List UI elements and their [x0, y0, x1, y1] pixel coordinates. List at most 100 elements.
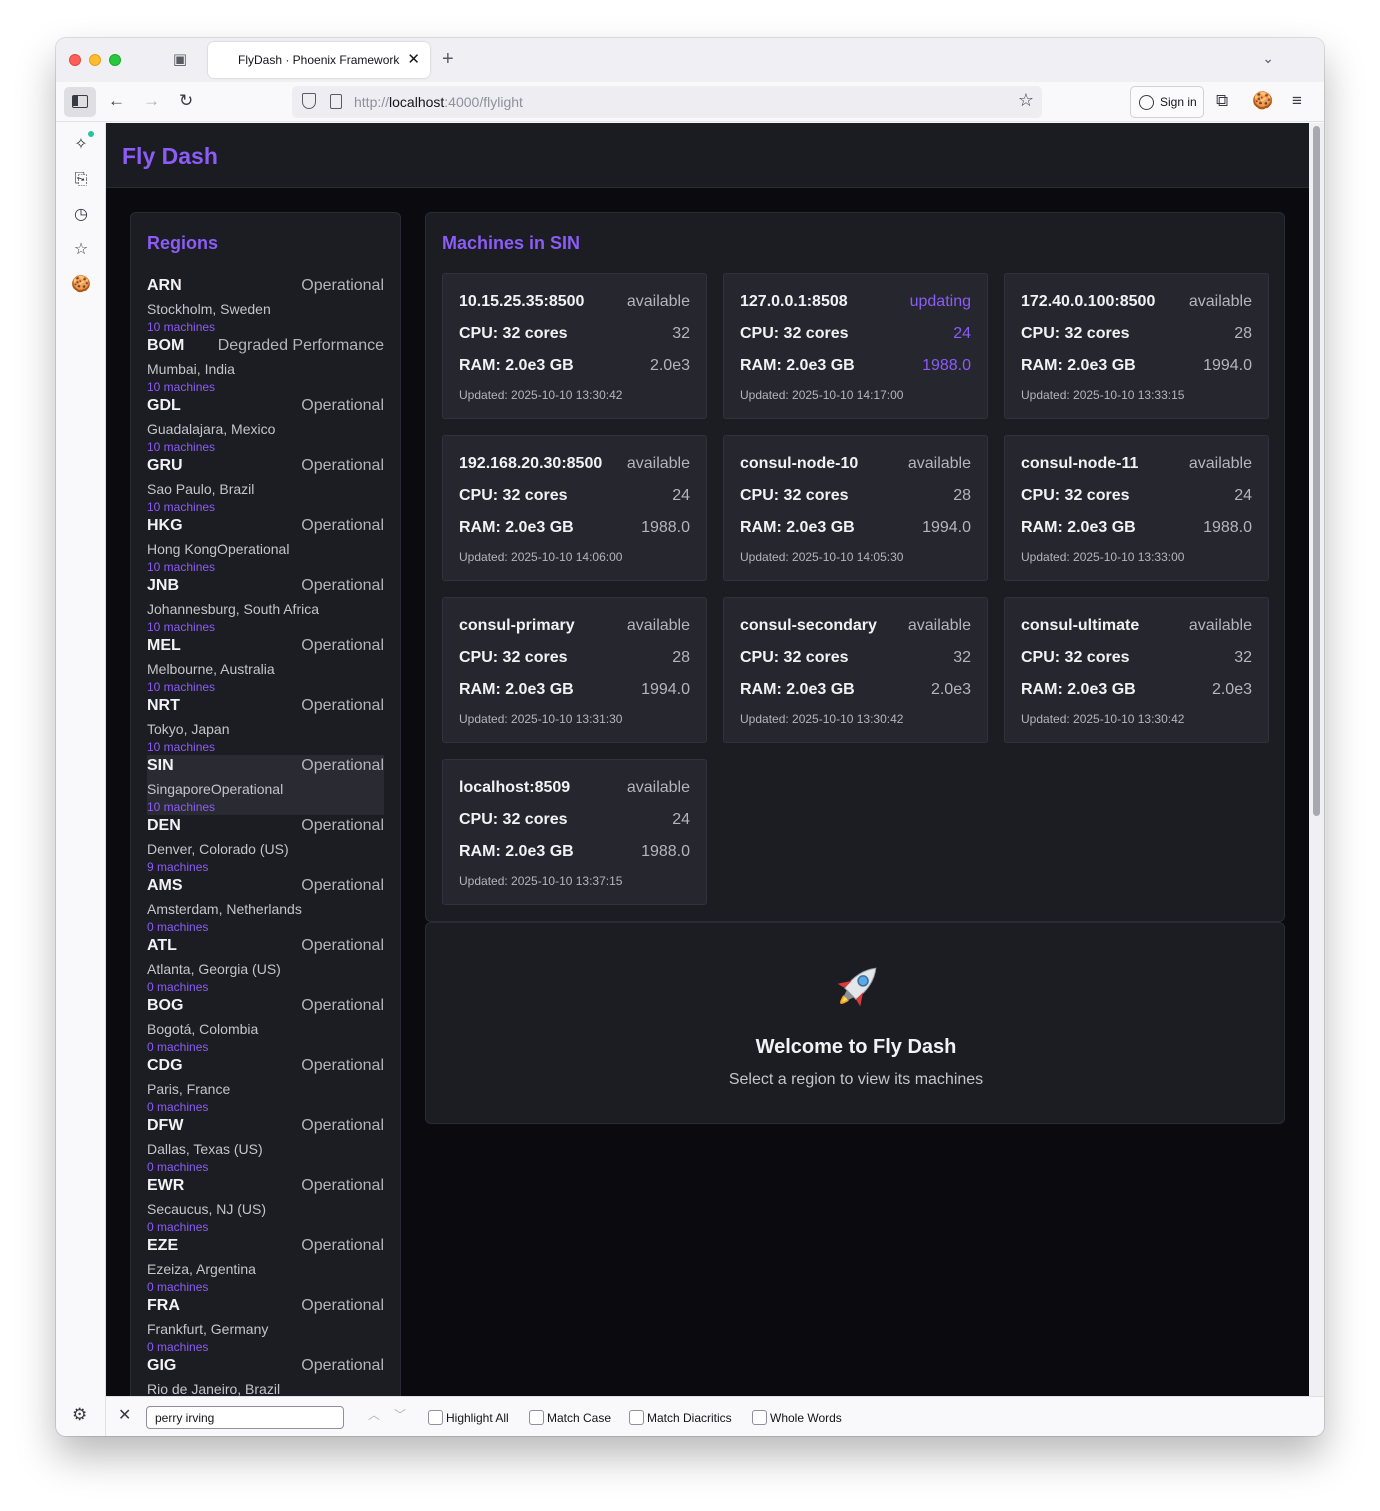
- machine-card[interactable]: consul-node-11 available CPU: 32 cores 24 RA…: [1004, 435, 1269, 581]
- back-icon[interactable]: ←: [108, 90, 125, 112]
- machine-ram-label: RAM: 2.0e3 GB: [1021, 357, 1136, 374]
- region-item-gig[interactable]: GIGOperationalRio de Janeiro, Brazil0 ma…: [147, 1355, 384, 1396]
- find-input[interactable]: [146, 1406, 344, 1429]
- machine-card[interactable]: localhost:8509 available CPU: 32 cores 24 RA…: [442, 759, 707, 905]
- region-item-ewr[interactable]: EWR Operational Secaucus, NJ (US) 0 machine…: [147, 1175, 384, 1235]
- chevron-down-icon[interactable]: ⌄: [1262, 50, 1274, 67]
- minimize-window-button[interactable]: [89, 54, 101, 66]
- machine-name: consul-primary: [459, 617, 575, 634]
- region-item-gru[interactable]: GRU Operational Sao Paulo, Brazil 10 machin…: [147, 455, 384, 515]
- region-item-bog[interactable]: BOG Operational Bogotá, Colombia 0 machines: [147, 995, 384, 1055]
- machine-card[interactable]: 127.0.0.1:8508 updating CPU: 32 cores 24 RAM…: [723, 273, 988, 419]
- tab-close-icon[interactable]: ✕: [407, 50, 420, 68]
- region-item-fra[interactable]: FRA Operational Frankfurt, Germany 0 machin…: [147, 1295, 384, 1355]
- browser-sidebar: ✧ ⎘ ◷ ☆ 🍪: [56, 123, 106, 1436]
- sidebar-toggle-button[interactable]: [64, 87, 96, 117]
- find-bar: ✕ ︿ ﹀ Highlight All Match Case Match Dia…: [106, 1396, 1324, 1436]
- cookie-extension-icon[interactable]: 🍪: [1252, 90, 1273, 112]
- close-find-icon[interactable]: ✕: [118, 1405, 131, 1425]
- region-city: Sao Paulo, Brazil: [147, 481, 255, 497]
- region-item-den[interactable]: DEN Operational Denver, Colorado (US) 9 mac…: [147, 815, 384, 875]
- forward-icon[interactable]: →: [143, 90, 160, 112]
- machine-card[interactable]: 172.40.0.100:8500 available CPU: 32 cores 2…: [1004, 273, 1269, 419]
- page-scrollbar[interactable]: [1309, 123, 1324, 1396]
- region-item-eze[interactable]: EZE Operational Ezeiza, Argentina 0 machine…: [147, 1235, 384, 1295]
- region-item-hkg[interactable]: HKG Operational Hong KongOperational 10 mac…: [147, 515, 384, 575]
- find-next-icon[interactable]: ﹀: [394, 1406, 406, 1423]
- machine-name: consul-node-11: [1021, 455, 1139, 472]
- machine-cpu-label: CPU: 32 cores: [1021, 487, 1130, 504]
- machine-updated: Updated: 2025-10-10 13:33:15: [1021, 388, 1185, 402]
- url-bar[interactable]: http://localhost:4000/flylight ☆: [292, 86, 1042, 118]
- region-machine-count: 0 machines: [147, 1220, 209, 1234]
- region-status: Operational: [301, 1297, 384, 1314]
- region-item-cdg[interactable]: CDG Operational Paris, France 0 machines: [147, 1055, 384, 1115]
- region-status: Operational: [301, 1177, 384, 1194]
- url-text[interactable]: http://localhost:4000/flylight: [354, 94, 523, 110]
- scrollbar-thumb[interactable]: [1313, 126, 1320, 816]
- machine-ram-label: RAM: 2.0e3 GB: [459, 843, 574, 860]
- machine-cpu-value: 28: [1234, 325, 1252, 342]
- bookmark-star-icon[interactable]: ☆: [1018, 90, 1034, 111]
- match-case-checkbox[interactable]: Match Case: [529, 1409, 611, 1426]
- app-header: Fly Dash: [106, 123, 1309, 188]
- region-item-ams[interactable]: AMS Operational Amsterdam, Netherlands 0 ma…: [147, 875, 384, 935]
- machine-updated: Updated: 2025-10-10 13:37:15: [459, 874, 623, 888]
- new-tab-icon[interactable]: +: [442, 48, 454, 70]
- machine-card[interactable]: 192.168.20.30:8500 available CPU: 32 cores…: [442, 435, 707, 581]
- match-diacritics-checkbox[interactable]: Match Diacritics: [629, 1409, 732, 1426]
- whole-words-checkbox[interactable]: Whole Words: [752, 1409, 842, 1426]
- machine-ram-value: 1988.0: [922, 357, 971, 374]
- reload-icon[interactable]: ↻: [179, 90, 193, 112]
- region-city: Tokyo, Japan: [147, 721, 230, 737]
- region-item-atl[interactable]: ATL Operational Atlanta, Georgia (US) 0 mac…: [147, 935, 384, 995]
- region-machine-count: 10 machines: [147, 680, 216, 694]
- machine-card[interactable]: consul-primary available CPU: 32 cores 28 RA…: [442, 597, 707, 743]
- region-status: Operational: [301, 577, 384, 594]
- history-icon[interactable]: ◷: [71, 205, 91, 225]
- bookmarks-icon[interactable]: ☆: [71, 240, 91, 260]
- region-item-sin[interactable]: SIN Operational SingaporeOperational 10 mac…: [147, 755, 384, 815]
- machine-cpu-value: 24: [672, 811, 690, 828]
- tab-active[interactable]: FlyDash · Phoenix Framework ✕: [208, 42, 430, 78]
- ai-chatbot-icon[interactable]: ✧: [71, 135, 91, 155]
- region-item-arn[interactable]: ARN Operational Stockholm, Sweden 10 machin…: [147, 275, 384, 335]
- sign-in-button[interactable]: Sign in: [1130, 86, 1204, 118]
- region-code: NRT: [147, 697, 180, 714]
- region-city: Melbourne, Australia: [147, 661, 275, 677]
- region-status: Operational: [301, 517, 384, 534]
- machine-ram-label: RAM: 2.0e3 GB: [740, 681, 855, 698]
- close-window-button[interactable]: [69, 54, 81, 66]
- page-info-icon[interactable]: [330, 94, 342, 109]
- extensions-icon[interactable]: ⧉: [1216, 90, 1228, 112]
- maximize-window-button[interactable]: [109, 54, 121, 66]
- machine-ram-value: 1988.0: [641, 843, 690, 860]
- region-item-nrt[interactable]: NRT Operational Tokyo, Japan 10 machines: [147, 695, 384, 755]
- region-code: ATL: [147, 937, 177, 954]
- machine-cpu-label: CPU: 32 cores: [459, 649, 568, 666]
- tab-bar: ▣ FlyDash · Phoenix Framework ✕ + ⌄: [56, 38, 1324, 82]
- machine-card[interactable]: consul-secondary available CPU: 32 cores 32…: [723, 597, 988, 743]
- app-title: Fly Dash: [122, 143, 218, 169]
- synced-tabs-icon[interactable]: ⎘: [71, 170, 91, 190]
- cookie-icon[interactable]: 🍪: [71, 275, 91, 295]
- machine-name: consul-ultimate: [1021, 617, 1140, 634]
- region-item-bom[interactable]: BOM Degraded Performance Mumbai, India 10 m…: [147, 335, 384, 395]
- highlight-all-checkbox[interactable]: Highlight All: [428, 1409, 509, 1426]
- region-item-mel[interactable]: MEL Operational Melbourne, Australia 10 mac…: [147, 635, 384, 695]
- tab-overview-icon[interactable]: ▣: [170, 50, 190, 70]
- gear-icon[interactable]: ⚙: [72, 1405, 87, 1425]
- region-item-dfw[interactable]: DFW Operational Dallas, Texas (US) 0 machin…: [147, 1115, 384, 1175]
- region-item-jnb[interactable]: JNB Operational Johannesburg, South Africa…: [147, 575, 384, 635]
- shield-icon[interactable]: [302, 93, 316, 109]
- region-item-gdl[interactable]: GDL Operational Guadalajara, Mexico 10 mach…: [147, 395, 384, 455]
- machine-card[interactable]: 10.15.25.35:8500 available CPU: 32 cores 32…: [442, 273, 707, 419]
- sign-in-label: Sign in: [1160, 95, 1197, 109]
- region-status: Operational: [301, 277, 384, 294]
- find-previous-icon[interactable]: ︿: [368, 1406, 380, 1423]
- machine-status: available: [907, 617, 971, 634]
- machine-card[interactable]: consul-ultimate available CPU: 32 cores 32 R…: [1004, 597, 1269, 743]
- machine-card[interactable]: consul-node-10 available CPU: 32 cores 28 RA…: [723, 435, 988, 581]
- regions-heading: Regions: [147, 233, 219, 253]
- menu-icon[interactable]: ≡: [1292, 90, 1302, 112]
